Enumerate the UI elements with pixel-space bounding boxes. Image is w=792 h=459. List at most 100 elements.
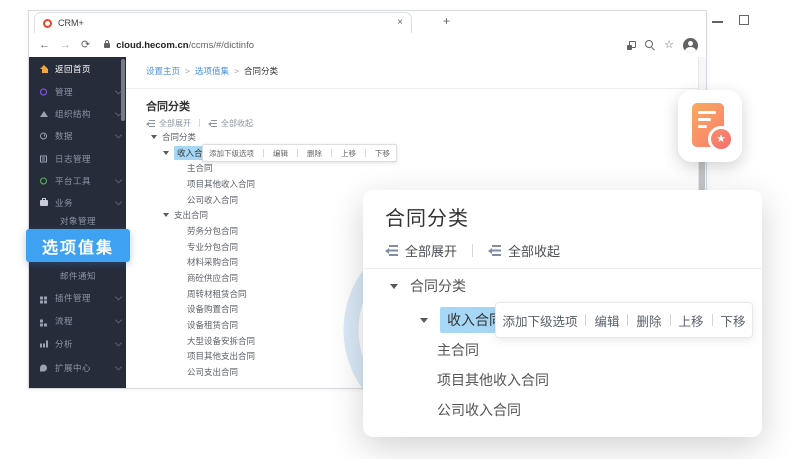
sidebar-item-label: 组织结构 [55,108,91,120]
tree-node-root[interactable]: 合同分类 [390,278,466,294]
window-maximize-icon[interactable] [739,15,749,25]
tree-node-label: 专业分包合同 [187,241,238,253]
separator [472,244,473,257]
action-move-down-button[interactable]: 下移 [721,311,746,330]
doc-line [698,111,716,114]
sidebar-item-object-mgmt[interactable]: 对象管理 [29,213,126,229]
forward-icon[interactable]: → [60,40,71,51]
tree-node[interactable]: 项目其他收入合同 [437,372,549,388]
action-move-down-button[interactable]: 下移 [375,148,390,159]
sidebar-item-label: 流程 [55,315,73,327]
collapse-all-icon [488,245,501,256]
expand-all-button[interactable]: 全部展开 [405,241,457,260]
profile-avatar[interactable] [683,38,698,53]
doc-line [698,118,711,121]
tree-expand-arrow-icon[interactable] [390,284,398,289]
url-field[interactable]: cloud.hecom.cn/ccms/#/dictinfo [116,40,254,51]
tree-node-label: 劳务分包合同 [187,225,238,237]
action-add-child-button[interactable]: 添加下级选项 [209,148,254,159]
sidebar-item-flow[interactable]: 流程 [29,313,126,329]
breadcrumb-home-link[interactable]: 设置主页 [146,65,180,77]
sidebar-item-label: 平台工具 [55,175,91,187]
separator [585,314,586,326]
plugin-icon [40,297,43,300]
back-icon[interactable]: ← [39,40,50,51]
separator [627,314,628,326]
log-icon [40,156,47,163]
site-favicon-icon [43,19,52,28]
breadcrumb-section-link[interactable]: 选项值集 [195,65,229,77]
expand-all-button[interactable]: 全部展开 [159,118,191,129]
analysis-icon [40,341,48,348]
url-path: /ccms/#/dictinfo [189,40,254,51]
tree-node-label: 项目其他收入合同 [437,370,549,390]
tree-node[interactable]: 主合同 [437,342,479,358]
sidebar-item-extension-center[interactable]: 扩展中心 [29,360,126,376]
ssl-lock-icon [104,43,110,48]
sidebar-item-business[interactable]: 业务 [29,195,126,211]
sidebar-item-plugins[interactable]: 插件管理 [29,290,126,306]
sidebar-item-label: 日志管理 [55,153,91,165]
option-value-set-callout[interactable]: 选项值集 [26,229,130,262]
action-delete-button[interactable]: 删除 [307,148,322,159]
data-icon [40,133,47,140]
separator [263,149,264,157]
tree-node-label: 公司收入合同 [187,194,238,206]
tree-node[interactable]: 合同分类 [126,129,698,145]
reload-icon[interactable]: ⟳ [81,40,90,51]
tree-node[interactable]: 公司收入合同 [437,402,521,418]
browser-tab[interactable]: CRM+ × [34,12,412,33]
separator [297,149,298,157]
sidebar-item-label: 数据 [55,130,73,142]
flow-icon [40,320,43,323]
sidebar-item-platform-tools[interactable]: 平台工具 [29,173,126,189]
action-delete-button[interactable]: 删除 [636,311,661,330]
tree-node-label: 公司收入合同 [437,400,521,420]
tree-expand-arrow-icon[interactable] [420,318,428,323]
chevron-down-icon [115,87,122,94]
action-edit-button[interactable]: 编辑 [273,148,288,159]
window-minimize-icon[interactable] [712,21,723,23]
tab-strip: CRM+ × + [29,11,706,34]
doc-line [698,125,707,128]
tree-expand-arrow-icon[interactable] [151,135,157,139]
sidebar-item-data[interactable]: 数据 [29,128,126,144]
sidebar-item-org[interactable]: 组织结构 [29,106,126,122]
chevron-down-icon [115,109,122,116]
sidebar-item-label: 对象管理 [60,215,96,227]
sidebar-item-admin[interactable]: 管理 [29,84,126,100]
sidebar-item-logs[interactable]: 日志管理 [29,151,126,167]
tree-expand-arrow-icon[interactable] [163,151,169,155]
sidebar-item-analysis[interactable]: 分析 [29,336,126,352]
tree-expand-arrow-icon[interactable] [163,213,169,217]
new-tab-button[interactable]: + [443,14,450,28]
admin-icon [40,89,47,96]
breadcrumb: 设置主页 > 选项值集 > 合同分类 [146,65,278,77]
action-add-child-button[interactable]: 添加下级选项 [502,311,577,330]
action-move-up-button[interactable]: 上移 [679,311,704,330]
tree-node-label: 合同分类 [162,131,196,143]
breadcrumb-separator: > [185,66,190,76]
tree-node-label: 设备购置合同 [187,303,238,315]
tree-node[interactable]: 主合同 [126,160,698,176]
divider [363,268,762,269]
node-action-menu: 添加下级选项编辑删除上移下移 [495,302,753,338]
action-edit-button[interactable]: 编辑 [594,311,619,330]
action-move-up-button[interactable]: 上移 [341,148,356,159]
separator [365,149,366,157]
panel-tree-toolbar: 全部展开 全部收起 [385,242,560,258]
sidebar-item-home[interactable]: 返回首页 [29,61,126,77]
tree-node-label: 项目其他收入合同 [187,178,255,190]
zoom-out-icon[interactable] [645,40,655,50]
collapse-all-button[interactable]: 全部收起 [221,118,253,129]
sidebar-item-mail-notify[interactable]: 邮件通知 [29,268,126,284]
collapse-all-button[interactable]: 全部收起 [508,241,560,260]
tab-close-icon[interactable]: × [397,18,403,28]
tree-node-label: 材料采购合同 [187,256,238,268]
extension-pages-icon[interactable] [627,41,636,50]
expand-all-icon [146,120,155,127]
separator [712,314,713,326]
business-icon [40,200,48,206]
url-domain: cloud.hecom.cn [116,40,188,51]
bookmark-star-icon[interactable]: ☆ [664,40,674,51]
